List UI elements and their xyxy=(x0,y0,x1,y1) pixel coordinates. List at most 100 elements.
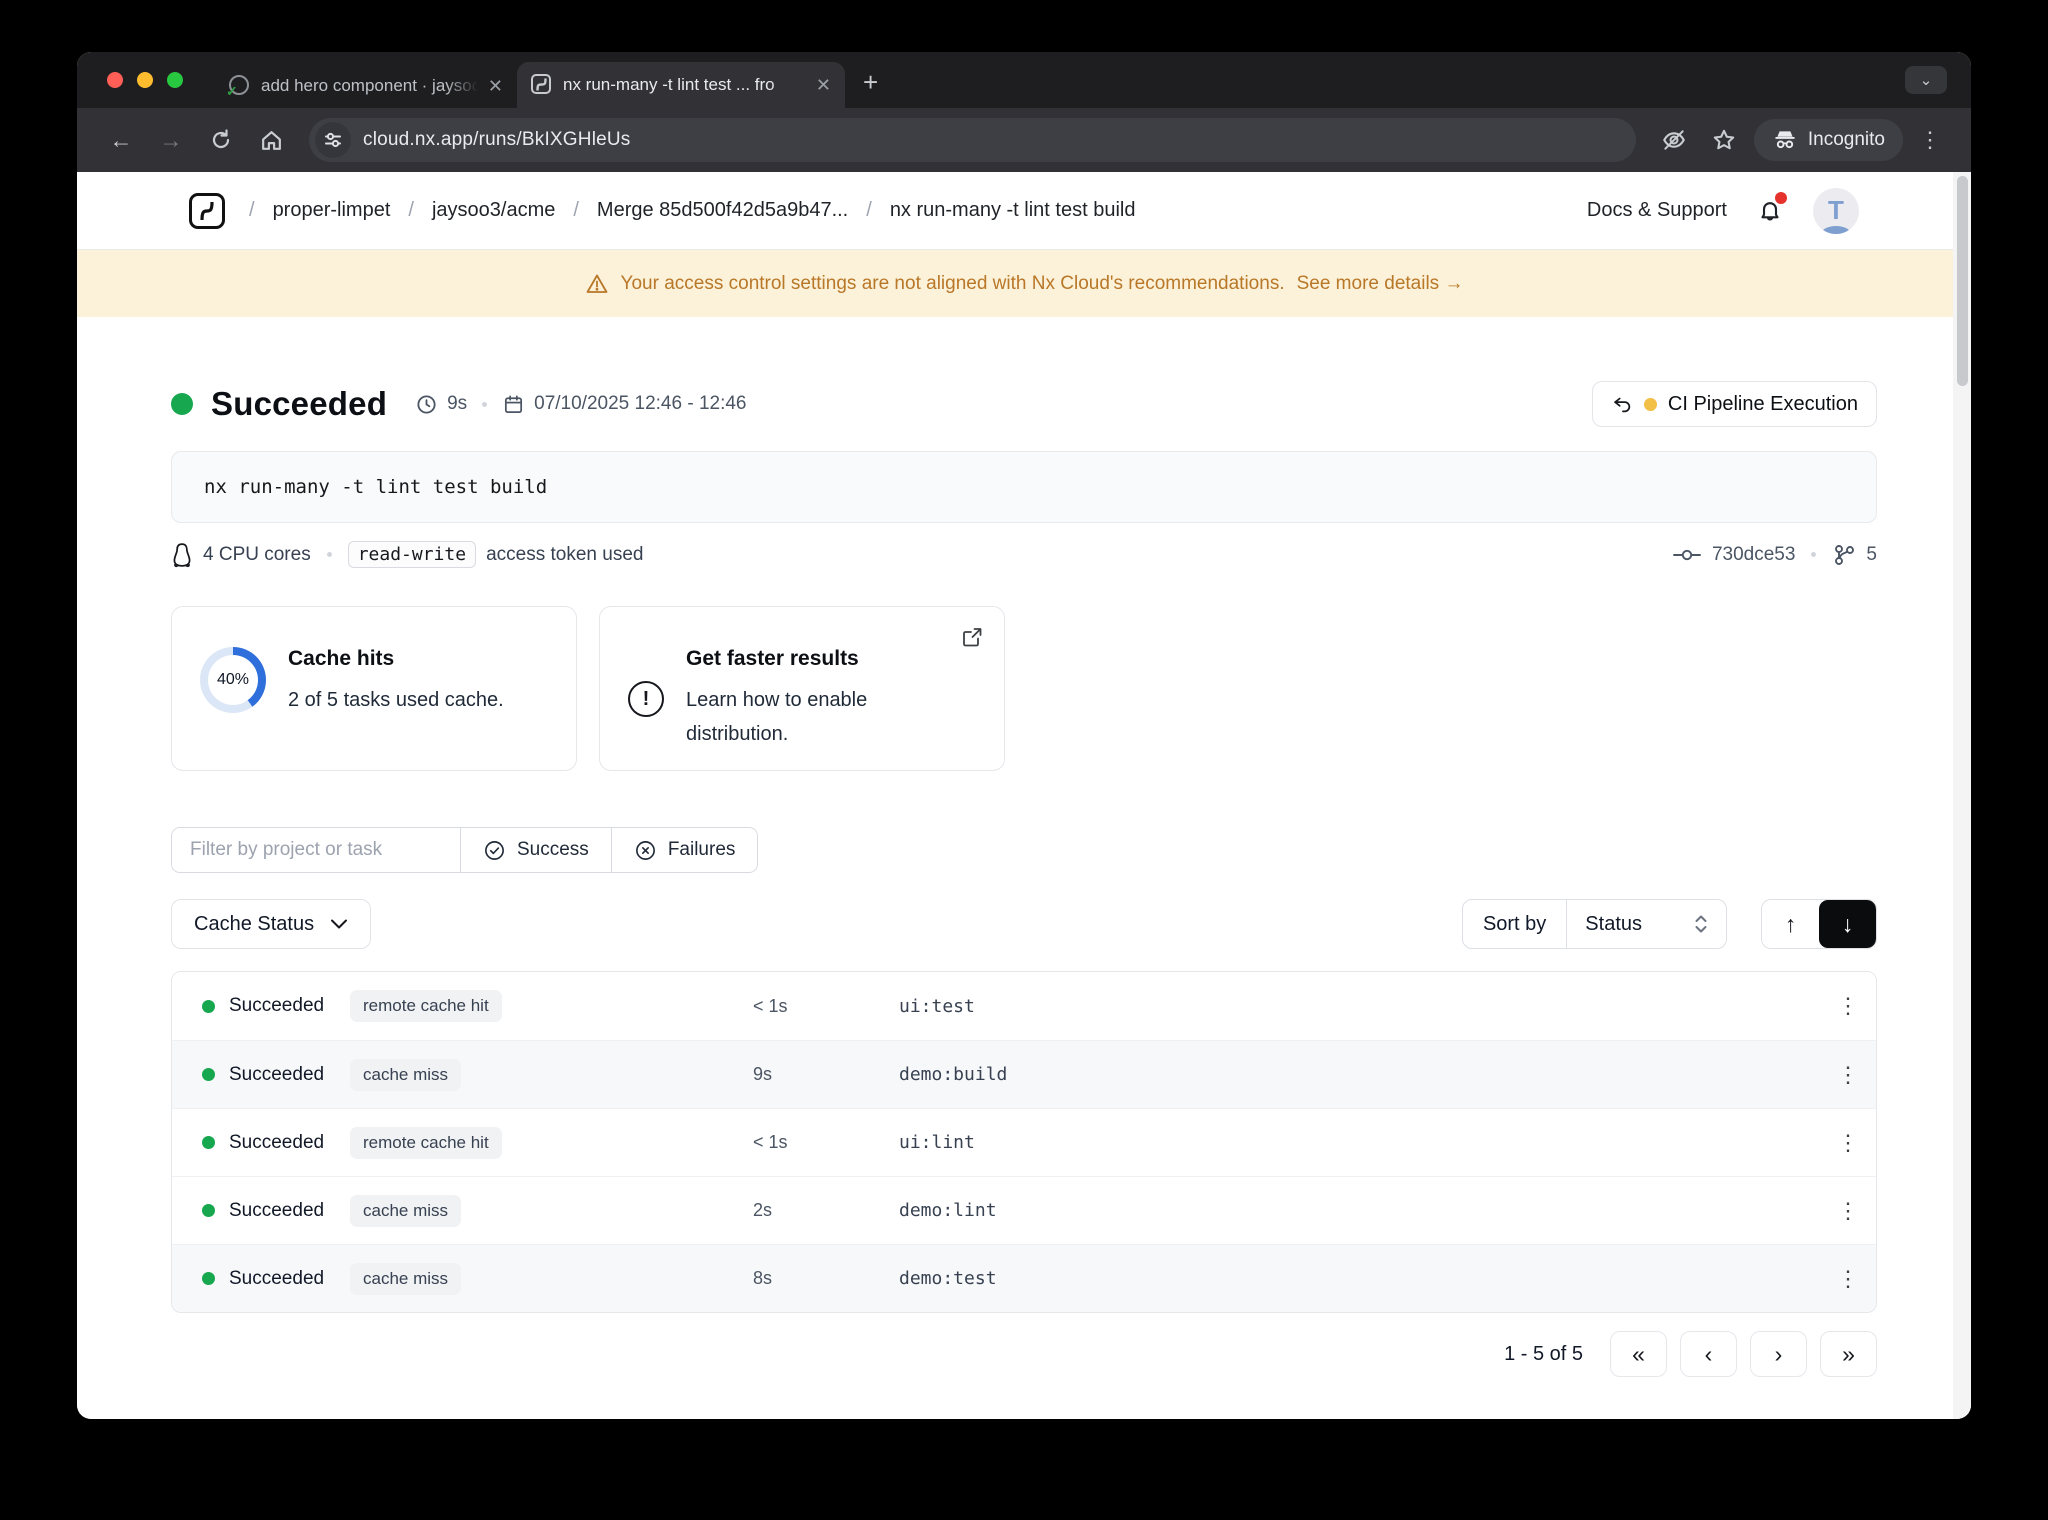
browser-window: ✓ add hero component · jaysoo ✕ nx run-m… xyxy=(77,52,1971,1419)
back-button[interactable]: ← xyxy=(101,120,141,160)
browser-menu-button[interactable]: ⋮ xyxy=(1913,127,1947,153)
row-menu-button[interactable]: ⋮ xyxy=(1837,1198,1859,1224)
close-tab-icon[interactable]: ✕ xyxy=(816,75,831,96)
sort-by-label: Sort by xyxy=(1463,900,1568,948)
run-meta: 4 CPU cores read-write access token used… xyxy=(171,541,1877,568)
calendar-icon xyxy=(505,394,523,413)
new-tab-button[interactable]: + xyxy=(863,67,878,108)
row-status-dot xyxy=(202,1136,215,1149)
faster-card-line2: distribution. xyxy=(686,723,789,745)
sort-field-select[interactable]: Status xyxy=(1567,900,1726,948)
row-duration: 9s xyxy=(753,1064,773,1084)
pagination-label: 1 - 5 of 5 xyxy=(1504,1342,1583,1365)
clock-icon xyxy=(417,394,436,414)
window-controls xyxy=(107,72,183,88)
sort-descending-button[interactable]: ↓ xyxy=(1819,900,1876,948)
row-menu-button[interactable]: ⋮ xyxy=(1837,993,1859,1019)
breadcrumb-separator: / xyxy=(573,199,579,221)
row-duration: < 1s xyxy=(753,1132,788,1152)
filter-failures-button[interactable]: Failures xyxy=(610,828,758,872)
row-status-label: Succeeded xyxy=(229,1131,325,1153)
next-page-button[interactable]: › xyxy=(1750,1331,1807,1377)
chevron-down-icon xyxy=(331,919,348,929)
forward-button[interactable]: → xyxy=(151,120,191,160)
previous-page-button[interactable]: ‹ xyxy=(1680,1331,1737,1377)
breadcrumb-commit[interactable]: Merge 85d500f42d5a9b47... xyxy=(597,199,848,222)
maximize-window-button[interactable] xyxy=(167,72,183,88)
row-menu-button[interactable]: ⋮ xyxy=(1837,1062,1859,1088)
breadcrumb-separator: / xyxy=(408,199,414,221)
cache-status-badge: remote cache hit xyxy=(350,1126,502,1159)
address-bar[interactable]: cloud.nx.app/runs/BkIXGHleUs xyxy=(309,118,1636,162)
cache-status-badge: cache miss xyxy=(350,1262,462,1295)
cache-status-label: Cache Status xyxy=(194,912,315,935)
scrollbar-thumb[interactable] xyxy=(1957,176,1968,386)
avatar-letter: T xyxy=(1828,195,1844,225)
tab-nx-run[interactable]: nx run-many -t lint test ... fro ✕ xyxy=(517,62,845,108)
table-row[interactable]: Succeeded cache miss 2s demo:lint ⋮ xyxy=(172,1176,1876,1244)
cache-hits-card: 40% Cache hits 2 of 5 tasks used cache. xyxy=(171,606,577,771)
tab-title: nx run-many -t lint test ... fro xyxy=(563,75,775,94)
row-menu-button[interactable]: ⋮ xyxy=(1837,1266,1859,1292)
run-status-header: Succeeded 9s 07/10/2025 12:46 - 12:46 CI… xyxy=(171,381,1877,427)
browser-toolbar: ← → cloud.nx.app/runs/BkIXGHleUs Incogni… xyxy=(77,108,1971,172)
breadcrumb-repo[interactable]: jaysoo3/acme xyxy=(432,199,555,222)
scrollbar-track[interactable] xyxy=(1953,172,1971,1419)
get-faster-results-card[interactable]: ! Get faster results Learn how to enable… xyxy=(599,606,1005,771)
faster-card-line1: Learn how to enable xyxy=(686,689,868,711)
reload-button[interactable] xyxy=(201,120,241,160)
filter-success-button[interactable]: Success xyxy=(460,828,611,872)
table-row[interactable]: Succeeded remote cache hit < 1s ui:test … xyxy=(172,972,1876,1040)
run-datetime: 07/10/2025 12:46 - 12:46 xyxy=(534,393,747,414)
row-menu-button[interactable]: ⋮ xyxy=(1837,1130,1859,1156)
table-row[interactable]: Succeeded cache miss 8s demo:test ⋮ xyxy=(172,1244,1876,1312)
run-duration: 9s xyxy=(447,393,468,414)
tab-strip: ✓ add hero component · jaysoo ✕ nx run-m… xyxy=(77,52,1971,108)
row-status-label: Succeeded xyxy=(229,1199,325,1221)
notifications-bell-icon[interactable] xyxy=(1755,191,1787,226)
list-controls: Cache Status Sort by Status ↑ ↓ xyxy=(171,899,1877,949)
last-page-button[interactable]: » xyxy=(1820,1331,1877,1377)
cache-status-badge: cache miss xyxy=(350,1058,462,1091)
sort-group: Sort by Status xyxy=(1461,899,1727,949)
sort-ascending-button[interactable]: ↑ xyxy=(1762,900,1819,948)
tab-search-button[interactable]: ⌄ xyxy=(1905,66,1947,94)
close-tab-icon[interactable]: ✕ xyxy=(488,76,503,97)
commit-hash[interactable]: 730dce53 xyxy=(1712,544,1795,566)
branch-icon xyxy=(1835,544,1855,565)
incognito-badge: Incognito xyxy=(1753,119,1903,161)
banner-text: Your access control settings are not ali… xyxy=(620,272,1285,294)
row-task-name: demo:build xyxy=(899,1064,1008,1085)
minimize-window-button[interactable] xyxy=(137,72,153,88)
branch-count[interactable]: 5 xyxy=(1866,544,1877,566)
nx-logo[interactable] xyxy=(189,192,225,229)
eye-off-icon[interactable] xyxy=(1654,120,1694,160)
table-row[interactable]: Succeeded cache miss 9s demo:build ⋮ xyxy=(172,1040,1876,1108)
tab-github-pr[interactable]: ✓ add hero component · jaysoo ✕ xyxy=(215,64,517,108)
banner-link[interactable]: See more details → xyxy=(1297,273,1464,295)
row-status-dot xyxy=(202,1272,215,1285)
pipeline-button-label: CI Pipeline Execution xyxy=(1667,392,1858,415)
table-row[interactable]: Succeeded remote cache hit < 1s ui:lint … xyxy=(172,1108,1876,1176)
row-status-dot xyxy=(202,1204,215,1217)
breadcrumb-separator: / xyxy=(866,199,872,221)
bookmark-star-icon[interactable] xyxy=(1704,120,1744,160)
run-command: nx run-many -t lint test build xyxy=(171,451,1877,523)
docs-support-link[interactable]: Docs & Support xyxy=(1587,199,1727,222)
separator-dot xyxy=(482,401,488,407)
home-button[interactable] xyxy=(251,120,291,160)
ci-pipeline-execution-button[interactable]: CI Pipeline Execution xyxy=(1591,381,1877,427)
filter-input[interactable] xyxy=(172,828,460,872)
first-page-button[interactable]: « xyxy=(1610,1331,1667,1377)
avatar[interactable]: T xyxy=(1813,187,1859,234)
site-info-icon[interactable] xyxy=(315,122,351,158)
cache-status-dropdown[interactable]: Cache Status xyxy=(171,899,372,949)
row-status-dot xyxy=(202,999,215,1013)
breadcrumb-workspace[interactable]: proper-limpet xyxy=(273,199,391,222)
row-duration: 2s xyxy=(753,1200,773,1220)
notification-dot xyxy=(1775,191,1787,204)
linux-penguin-icon xyxy=(173,542,191,567)
sort-direction-toggle: ↑ ↓ xyxy=(1761,899,1877,949)
commit-icon xyxy=(1673,549,1701,560)
close-window-button[interactable] xyxy=(107,72,123,88)
